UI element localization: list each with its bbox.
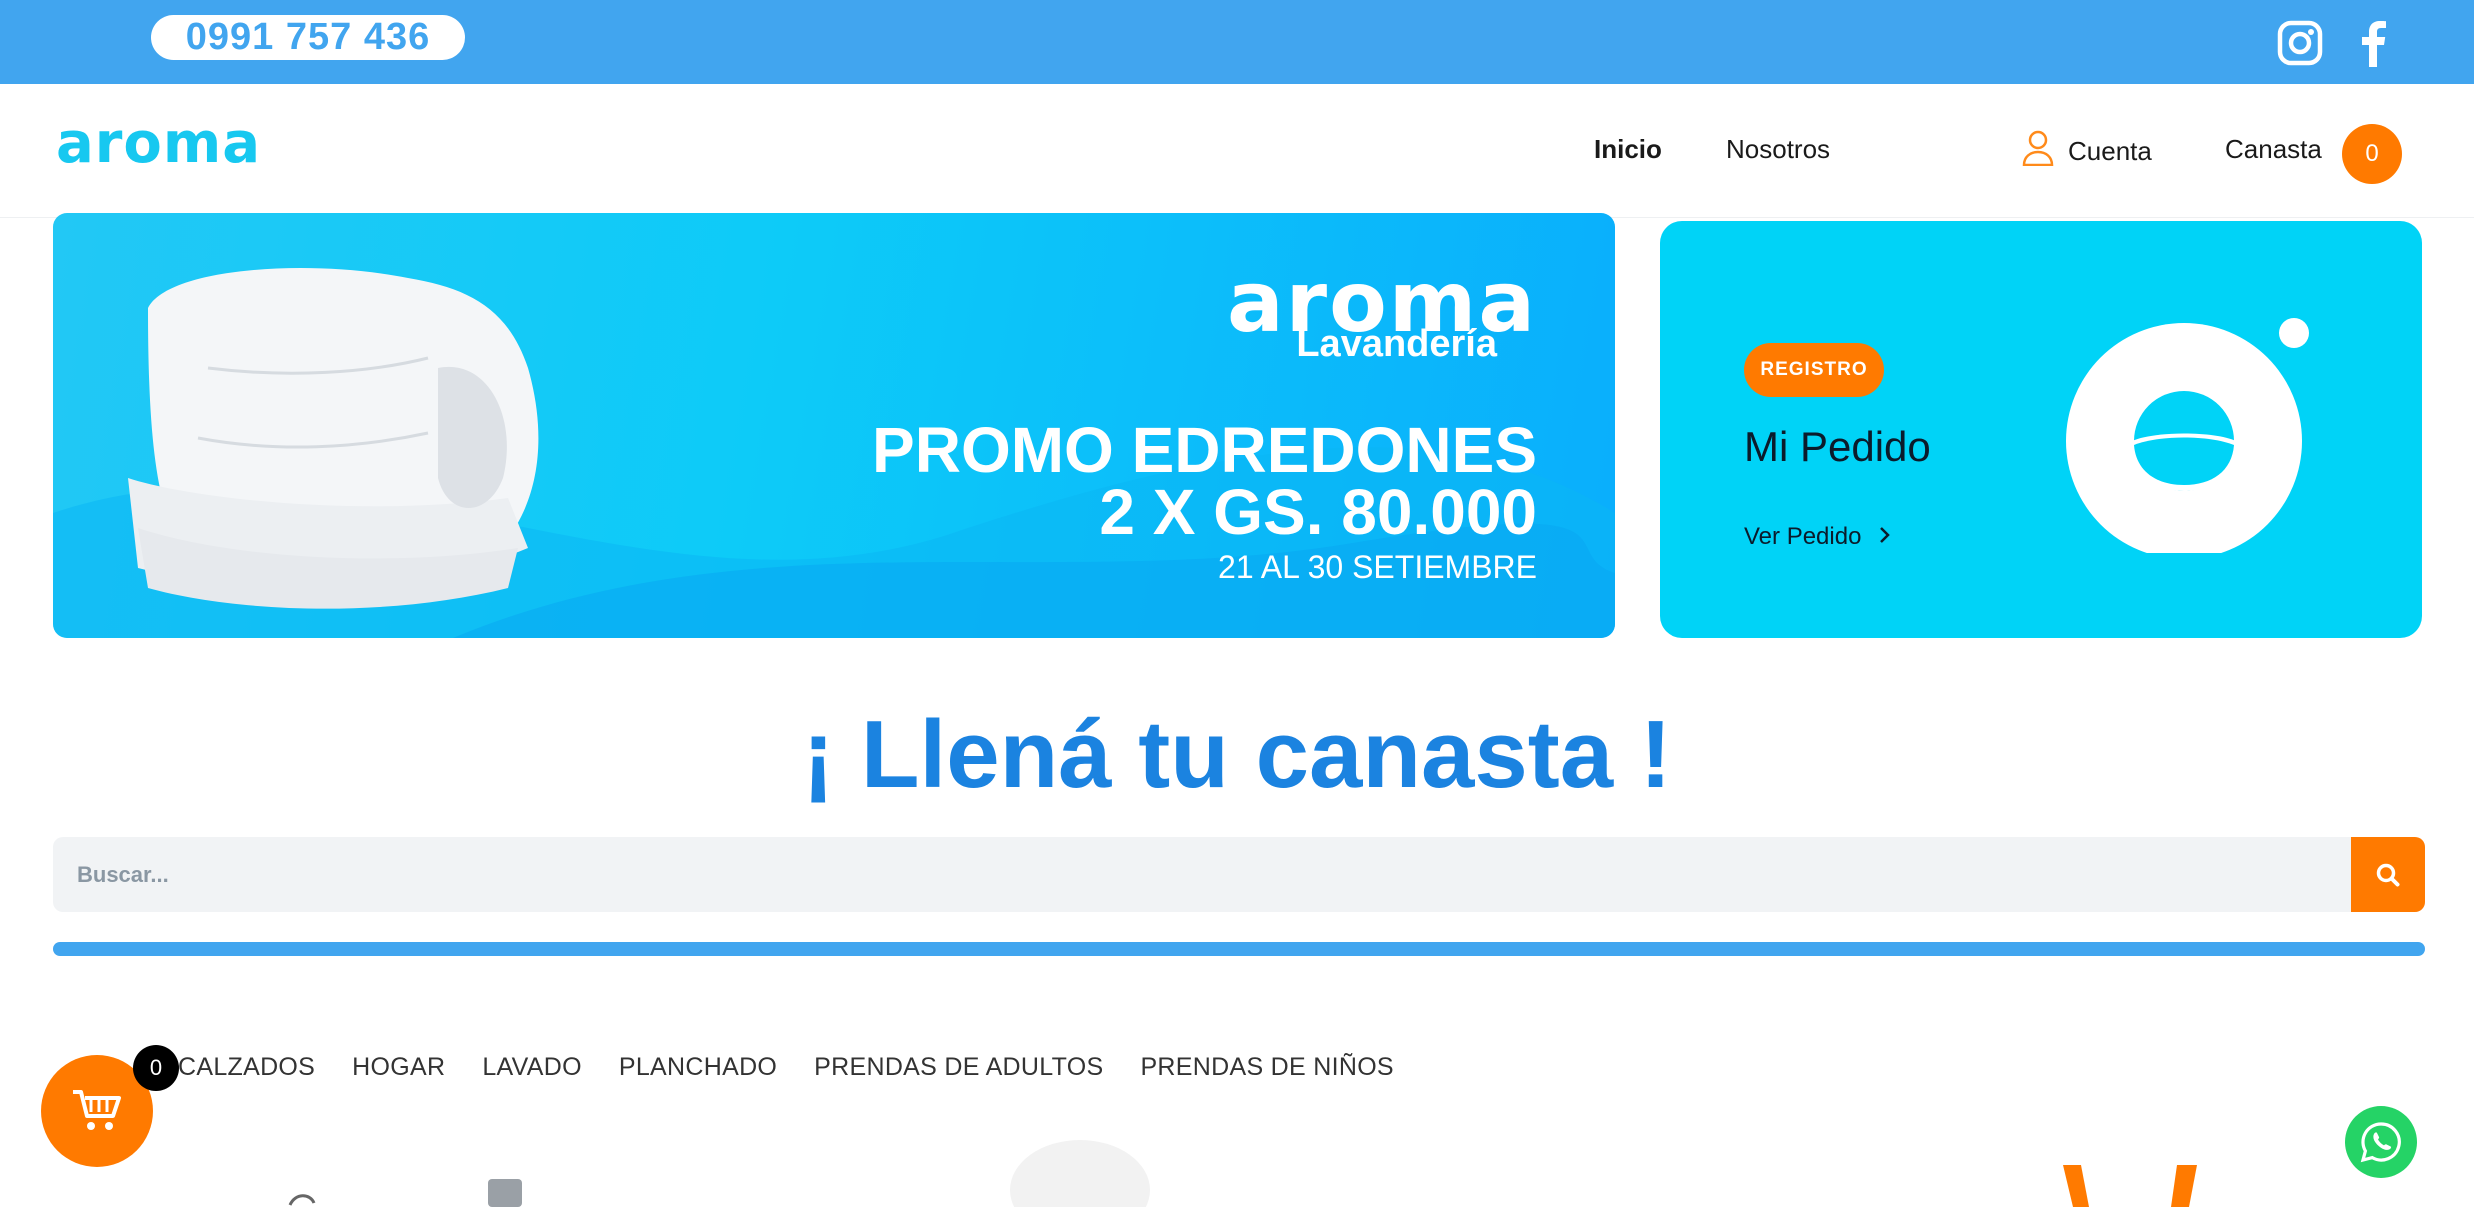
cart-icon xyxy=(73,1090,121,1130)
duvet-image xyxy=(128,268,539,609)
category-hogar[interactable]: HOGAR xyxy=(352,1053,445,1082)
category-prendas-adultos[interactable]: PRENDAS DE ADULTOS xyxy=(814,1053,1103,1082)
order-card: REGISTRO Mi Pedido Ver Pedido xyxy=(1660,221,2422,638)
promo-banner[interactable]: aroma Lavandería PROMO EDREDONES 2 X GS.… xyxy=(53,213,1615,638)
whatsapp-icon xyxy=(2360,1122,2401,1163)
cart-count-badge[interactable]: 0 xyxy=(2342,124,2402,184)
nav-inicio[interactable]: Inicio xyxy=(1594,134,1662,165)
account-link[interactable]: Cuenta xyxy=(2022,130,2152,173)
svg-text:aroma: aroma xyxy=(56,118,261,170)
site-header: aroma Inicio Nosotros Cuenta Canasta 0 xyxy=(0,84,2474,218)
order-card-title: Mi Pedido xyxy=(1744,423,1931,470)
category-planchado[interactable]: PLANCHADO xyxy=(619,1053,777,1082)
search-input[interactable] xyxy=(53,837,2351,912)
account-label: Cuenta xyxy=(2068,136,2152,166)
category-tabs: CALZADOS HOGAR LAVADO PLANCHADO PRENDAS … xyxy=(178,1053,1431,1082)
banner-dates: 21 AL 30 SETIEMBRE xyxy=(1218,549,1537,585)
top-bar: 0991 757 436 xyxy=(0,0,2474,84)
product-image-clips xyxy=(2063,1165,2197,1207)
phone-number[interactable]: 0991 757 436 xyxy=(151,15,465,60)
divider-bar xyxy=(53,942,2425,956)
whatsapp-button[interactable] xyxy=(2345,1106,2417,1178)
user-icon xyxy=(2022,130,2054,173)
aroma-mascot-icon xyxy=(2066,318,2309,553)
page-headline: ¡ Llená tu canasta ! xyxy=(802,701,1672,808)
ver-pedido-label: Ver Pedido xyxy=(1744,523,1862,550)
banner-subtitle: Lavandería xyxy=(1296,323,1497,365)
search-bar xyxy=(53,837,2425,912)
chevron-right-icon xyxy=(1879,523,1891,551)
facebook-icon[interactable] xyxy=(2348,18,2398,68)
nav-nosotros[interactable]: Nosotros xyxy=(1726,134,1830,165)
floating-cart-count: 0 xyxy=(133,1045,179,1091)
category-prendas-ninos[interactable]: PRENDAS DE NIÑOS xyxy=(1140,1053,1393,1082)
product-image-hanger xyxy=(288,1179,522,1207)
cart-link[interactable]: Canasta xyxy=(2225,134,2322,165)
instagram-icon[interactable] xyxy=(2275,18,2325,68)
category-lavado[interactable]: LAVADO xyxy=(482,1053,582,1082)
category-calzados[interactable]: CALZADOS xyxy=(178,1053,315,1082)
registro-badge[interactable]: REGISTRO xyxy=(1744,343,1884,397)
ver-pedido-link[interactable]: Ver Pedido xyxy=(1744,523,1891,551)
banner-promo-line2: 2 X GS. 80.000 xyxy=(1099,476,1537,548)
search-icon xyxy=(2376,863,2400,886)
product-image-bottle xyxy=(1010,1140,1150,1207)
search-button[interactable] xyxy=(2351,837,2425,912)
aroma-logo[interactable]: aroma xyxy=(56,111,292,176)
